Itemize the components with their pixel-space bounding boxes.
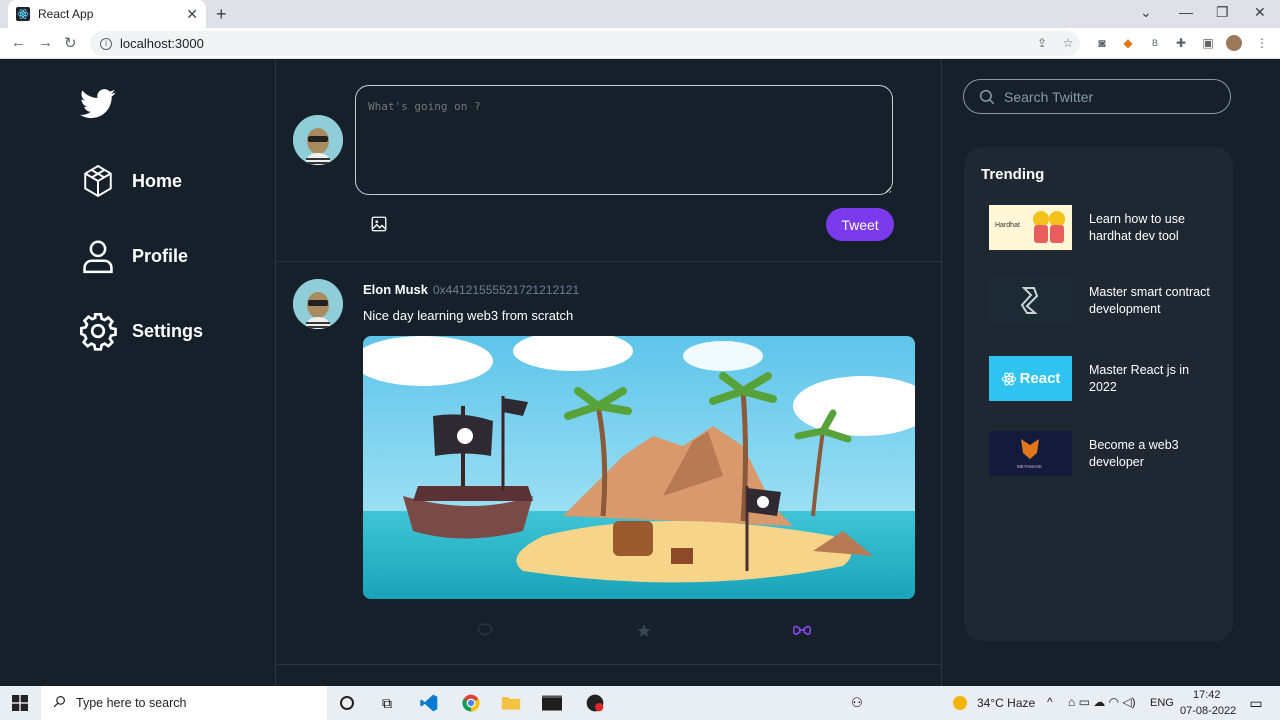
vscode-icon[interactable] — [418, 692, 440, 714]
user-icon — [83, 240, 113, 274]
task-view-icon[interactable]: ⧉ — [376, 692, 398, 714]
tweet-button[interactable]: Tweet — [826, 208, 894, 241]
chrome-icon[interactable] — [460, 692, 482, 714]
trend-item[interactable]: React Master React js in 2022 — [989, 356, 1219, 401]
search-icon — [979, 89, 995, 104]
trend-thumbnail: Hardhat — [989, 205, 1072, 250]
side-panel-icon[interactable]: ▣ — [1200, 35, 1216, 51]
minimize-icon[interactable]: — — [1179, 4, 1193, 20]
nav-item-label: Settings — [132, 320, 204, 341]
avatar — [293, 115, 343, 165]
extensions-puzzle-icon[interactable]: ✚ — [1173, 35, 1189, 51]
comment-icon[interactable] — [477, 623, 493, 642]
trend-thumbnail: METAMASK — [989, 431, 1072, 476]
nav-item-label: Profile — [132, 245, 189, 266]
gear-icon — [80, 313, 117, 351]
trending-title: Trending — [981, 166, 1045, 183]
share-icon[interactable]: ⇪ — [1034, 35, 1050, 51]
right-sidebar: Trending Hardhat Learn how to use hardha… — [943, 59, 1280, 686]
cortana-icon[interactable] — [336, 692, 358, 714]
search-input[interactable] — [1004, 88, 1214, 105]
windows-start-icon[interactable] — [9, 692, 31, 714]
maximize-icon[interactable]: ❐ — [1216, 4, 1229, 21]
trending-panel: Trending Hardhat Learn how to use hardha… — [964, 147, 1233, 641]
camera-extension-icon[interactable]: ◙ — [1094, 35, 1110, 51]
new-tab-icon[interactable]: + — [216, 4, 227, 25]
trend-item[interactable]: METAMASK Become a web3 developer — [989, 431, 1219, 476]
react-logo-icon — [1001, 372, 1016, 385]
people-icon[interactable]: ⚇ — [846, 692, 868, 714]
b-extension-icon[interactable]: B — [1147, 35, 1163, 51]
tweet-post: Elon Musk 0x4412155552172121212​1 Nice d… — [277, 263, 942, 665]
url-field[interactable]: i localhost:3000 — [90, 31, 1080, 56]
forward-icon[interactable]: → — [38, 34, 53, 51]
image-upload-icon[interactable] — [370, 215, 388, 238]
taskbar-search-text: Type here to search — [76, 696, 187, 710]
weather-sun-icon[interactable] — [949, 692, 971, 714]
file-explorer-icon[interactable] — [500, 692, 522, 714]
trend-item[interactable]: Master smart contract development — [989, 278, 1219, 323]
browser-menu-icon[interactable]: ⋮ — [1254, 35, 1270, 51]
polygon-icon[interactable] — [792, 623, 812, 642]
trend-text: Master React js in 2022 — [1089, 362, 1190, 394]
trend-thumbnail: React — [989, 356, 1072, 401]
reload-icon[interactable]: ↻ — [64, 34, 77, 52]
feed-column: Tweet Elon Musk 0x4412155552172121212​1 … — [277, 59, 942, 686]
clock-date[interactable]: 07-08-2022 — [1180, 705, 1236, 717]
address-bar: ← → ↻ i localhost:3000 ⇪ ☆ ◙ ◆ B ✚ ▣ ⋮ — [0, 28, 1280, 59]
trend-text: Learn how to use hardhat dev tool — [1089, 211, 1185, 243]
back-icon[interactable]: ← — [11, 34, 26, 51]
search-field[interactable] — [963, 79, 1231, 114]
search-icon — [53, 695, 66, 711]
cube-icon — [84, 164, 112, 198]
url-text: localhost:3000 — [120, 36, 204, 51]
terminal-icon[interactable] — [541, 692, 563, 714]
browser-tab-bar: React App ✕ + ⌄ — ❐ ✕ — [0, 0, 1280, 28]
browser-tab-title: React App — [38, 7, 94, 21]
post-wallet-address: 0x4412155552172121212​1 — [433, 283, 580, 297]
trend-thumbnail — [989, 278, 1072, 323]
clock-time[interactable]: 17:42 — [1193, 689, 1221, 701]
browser-tab[interactable]: React App ✕ — [8, 0, 206, 28]
notification-icon[interactable]: ▭ — [1245, 692, 1267, 714]
weather-text[interactable]: 34°C Haze — [977, 696, 1035, 710]
bookmark-star-icon[interactable]: ☆ — [1060, 35, 1076, 51]
react-favicon-icon — [16, 7, 30, 21]
post-author-name: Elon Musk — [363, 282, 429, 297]
nav-item-profile[interactable]: Profile — [78, 237, 188, 275]
nav-item-home[interactable]: Home — [78, 163, 182, 199]
tray-system-icons[interactable]: ⌂ ▭ ☁ ◠ ◁) — [1068, 695, 1136, 709]
avatar[interactable] — [293, 279, 343, 329]
nav-item-settings[interactable]: Settings — [78, 310, 203, 352]
tab-search-chevron-icon[interactable]: ⌄ — [1140, 4, 1152, 21]
post-text: Nice day learning web3 from scratch — [363, 308, 574, 323]
trend-text: Master smart contract development — [1089, 284, 1210, 316]
close-window-icon[interactable]: ✕ — [1254, 4, 1266, 21]
star-icon[interactable] — [636, 623, 652, 644]
trend-item[interactable]: Hardhat Learn how to use hardhat dev too… — [989, 205, 1219, 250]
taskbar-search-field[interactable]: Type here to search — [41, 686, 327, 720]
obs-record-icon[interactable] — [584, 692, 606, 714]
thumb-label: React — [1019, 370, 1061, 387]
profile-avatar-icon[interactable] — [1226, 35, 1242, 51]
tweet-composer: Tweet — [277, 59, 942, 262]
tweet-input[interactable] — [355, 85, 893, 195]
post-image — [363, 336, 915, 599]
trend-text: Become a web3 developer — [1089, 437, 1179, 469]
twitter-bird-icon[interactable] — [80, 89, 116, 124]
language-indicator[interactable]: ENG — [1150, 697, 1174, 709]
metamask-extension-icon[interactable]: ◆ — [1120, 35, 1136, 51]
nav-item-label: Home — [132, 170, 183, 191]
thumb-label: METAMASK — [1017, 464, 1042, 469]
windows-taskbar: Type here to search ⧉ ⚇ 34°C Haze ^ ⌂ ▭ … — [0, 686, 1280, 720]
tray-overflow-icon[interactable]: ^ — [1047, 695, 1053, 709]
left-sidebar: Home Profile Settings — [0, 59, 276, 686]
close-tab-icon[interactable]: ✕ — [186, 6, 198, 23]
app-root: Home Profile Settings Tweet Elon Mu — [0, 59, 1280, 686]
site-info-icon[interactable]: i — [100, 37, 112, 50]
